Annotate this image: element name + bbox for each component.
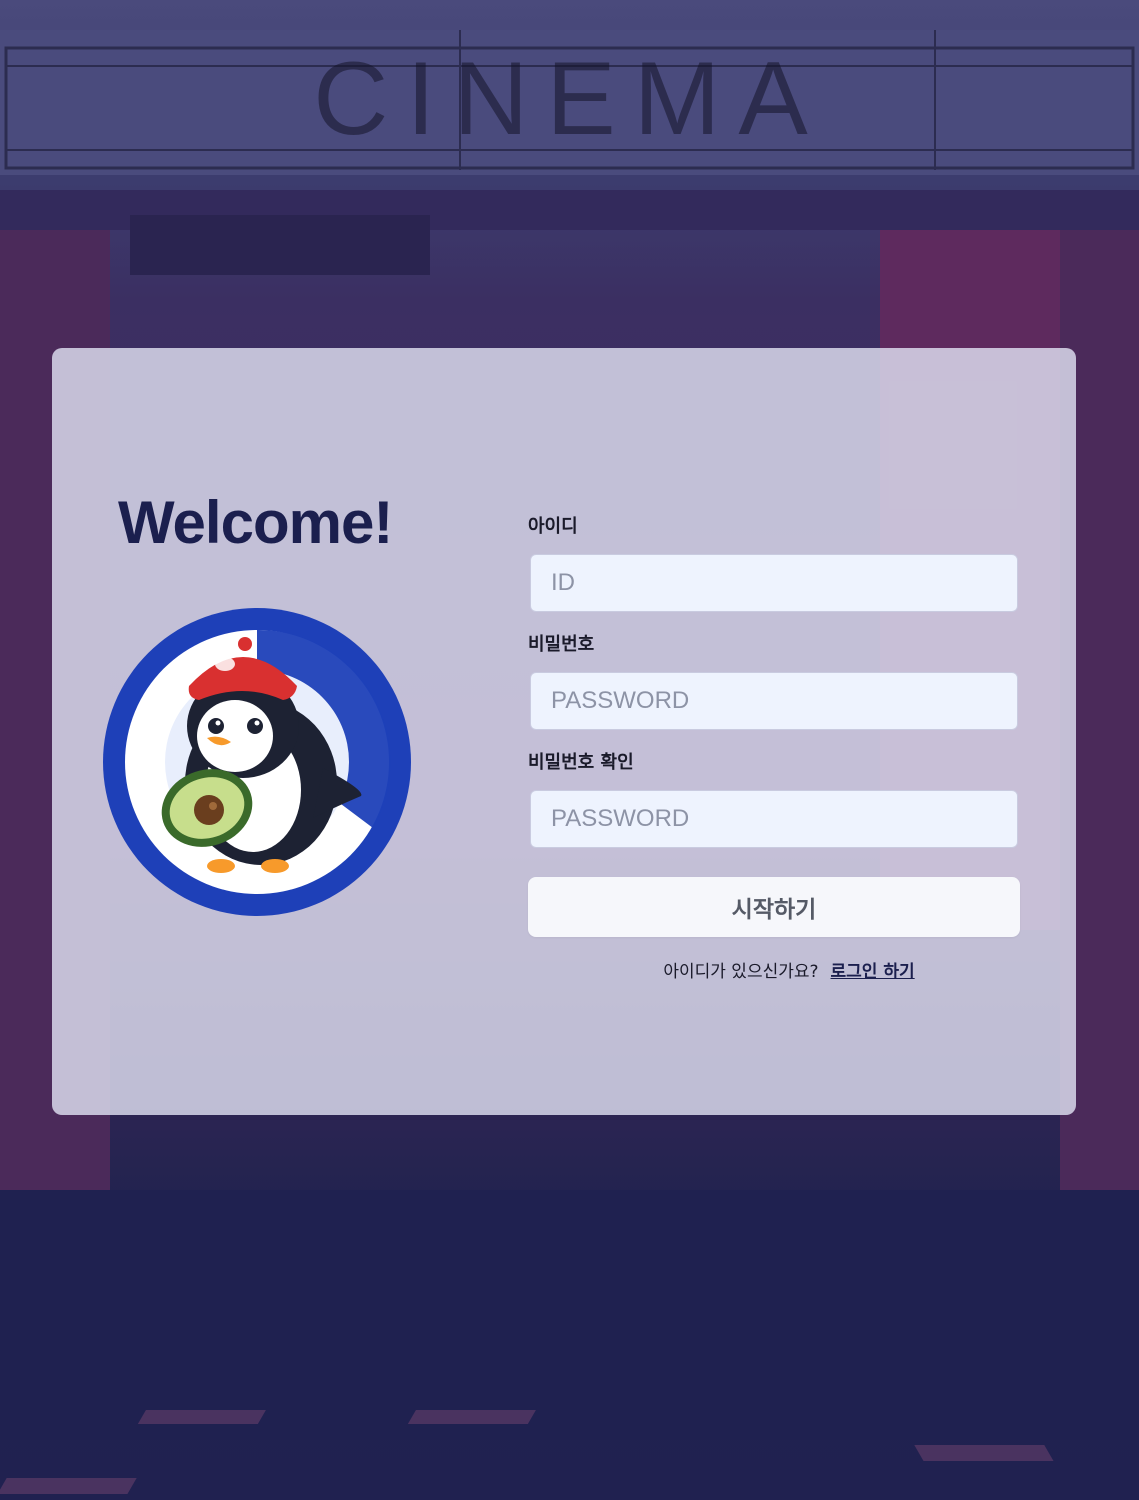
signup-form: 아이디 비밀번호 비밀번호 확인 시작하기 아이디가 있으신가요? 로그인 하기 [528, 516, 1020, 982]
welcome-heading: Welcome! [118, 489, 393, 556]
login-link[interactable]: 로그인 하기 [831, 962, 915, 982]
password-group: 비밀번호 [528, 634, 1020, 730]
password-label: 비밀번호 [528, 634, 595, 655]
login-prompt: 아이디가 있으신가요? [663, 962, 819, 982]
cinema-sign: CINEMA [313, 41, 826, 157]
password-input[interactable] [530, 672, 1018, 730]
id-label: 아이디 [528, 516, 578, 537]
signup-card: Welcome! 아이디 ID 비밀번호 비밀번호 확인 시작하기 아이디가 있… [52, 348, 1076, 1115]
password-confirm-group: 비밀번호 확인 [528, 752, 1020, 848]
id-group: 아이디 [528, 516, 1020, 612]
login-switch-row: 아이디가 있으신가요? 로그인 하기 [528, 957, 1020, 982]
id-input[interactable] [530, 554, 1018, 612]
start-button[interactable]: 시작하기 [528, 877, 1020, 937]
signup-page: CINEMA Welcome! 아이디 ID 비밀번호 비밀번호 확인 시작하기… [0, 0, 1139, 1500]
password-confirm-input[interactable] [530, 790, 1018, 848]
password-confirm-label: 비밀번호 확인 [528, 752, 634, 773]
penguin-avocado-mascot-icon [103, 608, 411, 916]
